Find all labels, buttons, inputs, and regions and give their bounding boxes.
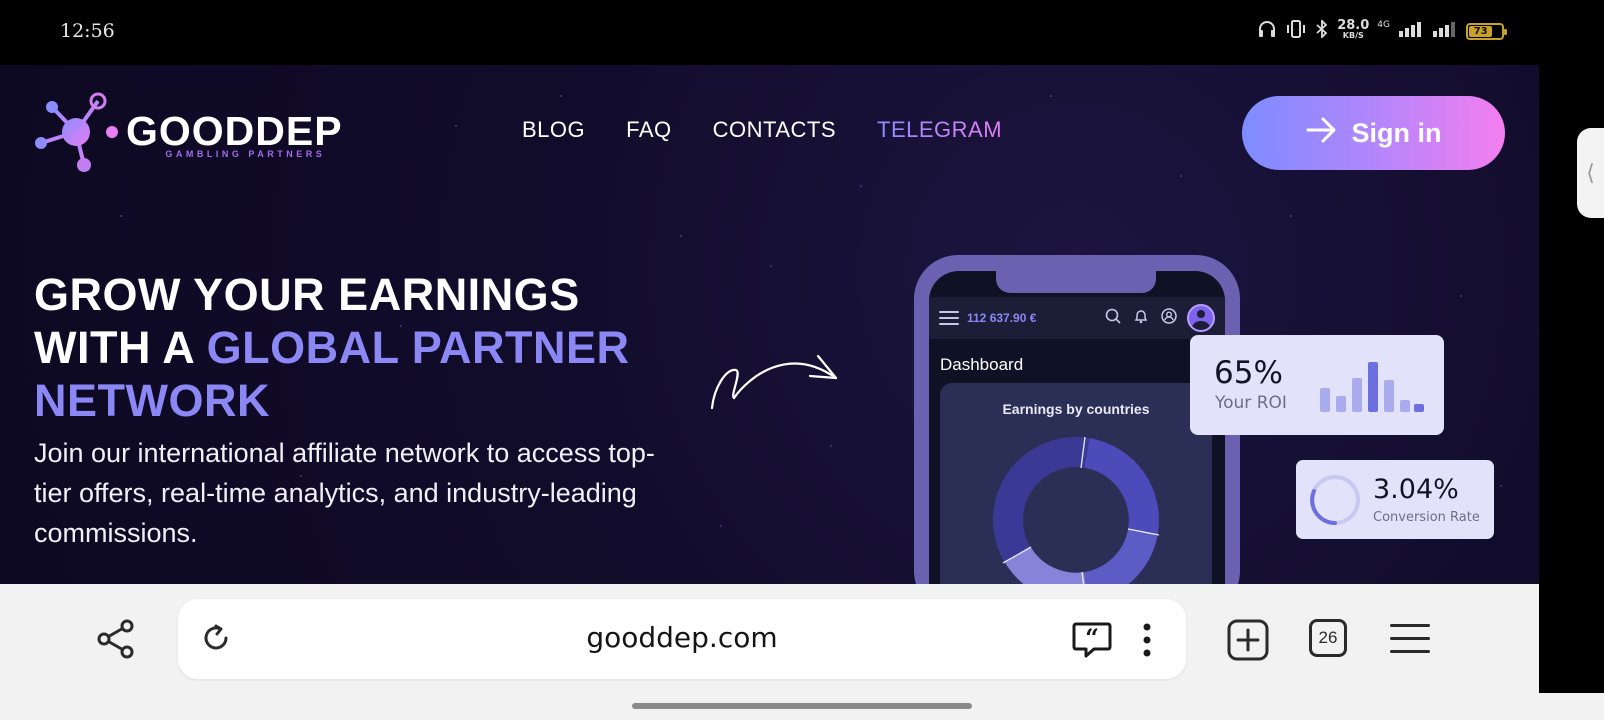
- nav-telegram[interactable]: TELEGRAM: [877, 117, 1002, 143]
- browser-toolbar: gooddep.com “ 26: [0, 584, 1539, 693]
- hero-description: Join our international affiliate network…: [34, 438, 655, 548]
- nav-faq[interactable]: FAQ: [626, 117, 672, 143]
- nav-contacts[interactable]: CONTACTS: [713, 117, 836, 143]
- url-text[interactable]: gooddep.com: [178, 621, 1186, 654]
- roi-label: Your ROI: [1215, 393, 1287, 413]
- earnings-chart-card: Earnings by countries: [940, 383, 1212, 584]
- signal-icon: [1398, 21, 1424, 41]
- conversion-value: 3.04%: [1373, 474, 1459, 505]
- battery-level: 73: [1469, 25, 1493, 37]
- hamburger-icon: [939, 311, 959, 325]
- sign-in-button[interactable]: Sign in: [1242, 96, 1505, 170]
- avatar: [1187, 304, 1215, 332]
- vibrate-icon: [1285, 20, 1307, 42]
- share-icon[interactable]: [96, 619, 136, 663]
- conversion-label: Conversion Rate: [1373, 510, 1480, 525]
- logo-title: GOODDEP: [126, 108, 343, 154]
- network-logo-icon: [32, 91, 120, 179]
- status-bar: 12:56 28.0 KB/S 4G 73: [0, 0, 1604, 65]
- earnings-chart-title: Earnings by countries: [1002, 401, 1150, 417]
- gesture-bar: [0, 693, 1604, 720]
- roi-card: 65% Your ROI: [1190, 335, 1444, 435]
- arrow-right-icon: [1306, 117, 1338, 150]
- website-viewport: GOODDEP GAMBLING PARTNERS BLOG FAQ CONTA…: [0, 65, 1539, 584]
- headphones-icon: [1257, 20, 1277, 42]
- chevron-left-icon: ⟨: [1586, 160, 1595, 186]
- balance-amount: 112 637.90 €: [967, 311, 1037, 325]
- phone-screen: 112 637.90 € Dashboard Earnings by count…: [929, 271, 1225, 584]
- phone-notch: [996, 271, 1156, 293]
- tab-switcher-button[interactable]: 26: [1309, 619, 1347, 657]
- home-indicator[interactable]: [632, 703, 972, 709]
- dashboard-title: Dashboard: [940, 355, 1024, 374]
- svg-text:“: “: [1085, 623, 1099, 652]
- network-type: 4G: [1377, 20, 1390, 30]
- refresh-user-icon: [1159, 307, 1179, 329]
- search-icon: [1103, 308, 1123, 328]
- address-bar[interactable]: gooddep.com “: [178, 599, 1186, 679]
- hand-drawn-arrow-icon: [708, 348, 858, 422]
- new-tab-plus-icon[interactable]: [1227, 619, 1269, 665]
- signal-icon-2: [1432, 21, 1458, 41]
- hero-title-line3: NETWORK: [34, 375, 270, 426]
- roi-bar-chart-icon: [1320, 362, 1424, 412]
- conversion-card: 3.04% Conversion Rate: [1296, 460, 1494, 539]
- nav-blog[interactable]: BLOG: [522, 117, 585, 143]
- main-nav: BLOG FAQ CONTACTS TELEGRAM: [522, 117, 1002, 143]
- donut-chart: [993, 436, 1160, 584]
- hamburger-menu-icon[interactable]: [1390, 624, 1430, 653]
- hero-title-highlight: GLOBAL PARTNER: [206, 322, 630, 373]
- side-panel-handle[interactable]: ⟨: [1577, 128, 1604, 218]
- hero-title-line1: GROW YOUR EARNINGS: [34, 269, 580, 320]
- bluetooth-icon: [1315, 18, 1329, 42]
- sign-in-label: Sign in: [1351, 117, 1442, 148]
- more-vertical-icon[interactable]: [1142, 623, 1152, 661]
- hero-title: GROW YOUR EARNINGS WITH A GLOBAL PARTNER…: [34, 268, 629, 427]
- app-header: 112 637.90 €: [929, 297, 1225, 339]
- bell-icon: [1131, 308, 1151, 328]
- battery-icon: 73: [1466, 22, 1507, 40]
- status-icons: 28.0 KB/S 4G 73: [1257, 18, 1507, 42]
- network-speed: 28.0 KB/S: [1337, 18, 1370, 40]
- site-logo[interactable]: GOODDEP GAMBLING PARTNERS: [32, 91, 343, 179]
- status-time: 12:56: [60, 20, 115, 42]
- progress-ring-icon: [1310, 475, 1360, 525]
- hero-title-line2: WITH A: [34, 322, 207, 373]
- roi-value: 65%: [1214, 355, 1283, 391]
- quote-bubble-icon[interactable]: “: [1072, 621, 1112, 663]
